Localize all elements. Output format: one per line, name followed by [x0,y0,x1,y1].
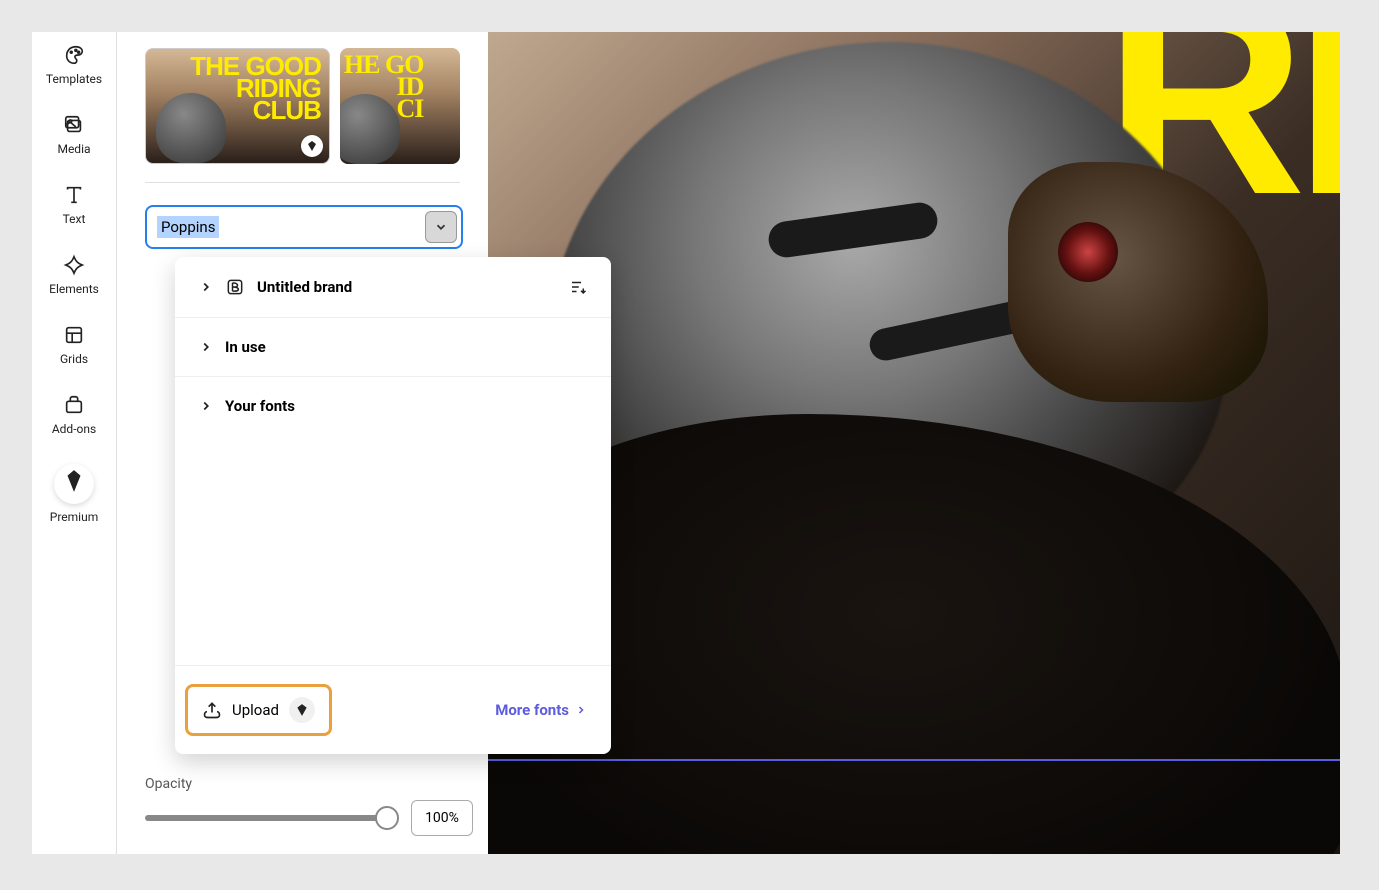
sidebar-item-addons[interactable]: Add-ons [32,382,116,452]
font-select-value: Poppins [157,216,219,238]
sidebar-item-elements[interactable]: Elements [32,242,116,312]
sidebar-item-label: Elements [49,282,99,296]
chevron-right-icon [575,704,587,716]
sidebar-item-label: Templates [46,72,102,86]
chevron-right-icon [199,399,213,413]
slider-knob[interactable] [375,806,399,830]
sidebar-item-templates[interactable]: Templates [32,32,116,102]
dropdown-section-title: Your fonts [225,397,587,415]
selection-indicator-line [488,759,1340,761]
premium-badge-circle [54,464,94,504]
sidebar-item-label: Premium [50,510,98,524]
left-sidebar: Templates Media Text Elements Grids Add-… [32,32,116,854]
premium-badge [289,697,315,723]
text-icon [63,184,85,206]
elements-icon [63,254,85,276]
font-select-dropdown-toggle[interactable] [425,211,457,243]
canvas-body-shape [488,414,1340,854]
premium-icon [295,703,309,717]
brand-icon [225,277,245,297]
sidebar-item-text[interactable]: Text [32,172,116,242]
style-thumbnails: THE GOOD RIDING CLUB HE GO ID CI [145,48,460,164]
font-select-input[interactable]: Poppins [157,210,425,244]
dropdown-section-brand[interactable]: Untitled brand [175,257,611,318]
more-fonts-label: More fonts [495,701,569,719]
style-thumbnail-1[interactable]: THE GOOD RIDING CLUB [145,48,330,164]
templates-icon [63,44,85,66]
dropdown-section-your-fonts[interactable]: Your fonts [175,377,611,435]
media-icon [63,114,85,136]
sidebar-item-label: Add-ons [52,422,96,436]
sidebar-item-premium[interactable]: Premium [32,452,116,540]
premium-icon [61,468,87,494]
sort-icon[interactable] [569,278,587,296]
thumbnail-text: HE GO ID CI [344,54,424,120]
opacity-label: Opacity [145,776,473,792]
app-root: Templates Media Text Elements Grids Add-… [32,32,1340,854]
sidebar-item-grids[interactable]: Grids [32,312,116,382]
dropdown-footer: Upload More fonts [175,665,611,754]
premium-icon [306,140,318,152]
dropdown-section-in-use[interactable]: In use [175,318,611,377]
opacity-control-row: Opacity 100% [145,776,473,836]
opacity-value-input[interactable]: 100% [411,800,473,836]
dropdown-section-title: In use [225,338,587,356]
panel-divider [145,182,460,183]
sidebar-item-label: Grids [60,352,88,366]
upload-label: Upload [232,701,279,719]
font-family-select[interactable]: Poppins [145,205,463,249]
premium-badge [301,135,323,157]
design-canvas[interactable]: RI [488,32,1340,854]
chevron-down-icon [434,220,448,234]
sidebar-item-label: Media [57,142,90,156]
sidebar-item-media[interactable]: Media [32,102,116,172]
addons-icon [63,394,85,416]
font-dropdown-popover: Untitled brand In use Your fonts Upload … [175,257,611,754]
chevron-right-icon [199,340,213,354]
style-thumbnail-2[interactable]: HE GO ID CI [340,48,460,164]
grids-icon [63,324,85,346]
upload-icon [202,700,222,720]
sidebar-item-label: Text [63,212,86,226]
thumbnail-text: THE GOOD RIDING CLUB [190,55,321,121]
dropdown-section-title: Untitled brand [257,278,557,296]
opacity-slider[interactable] [145,815,397,821]
upload-fonts-button[interactable]: Upload [185,684,332,736]
chevron-right-icon [199,280,213,294]
more-fonts-link[interactable]: More fonts [495,701,587,719]
dropdown-empty-area [175,435,611,665]
